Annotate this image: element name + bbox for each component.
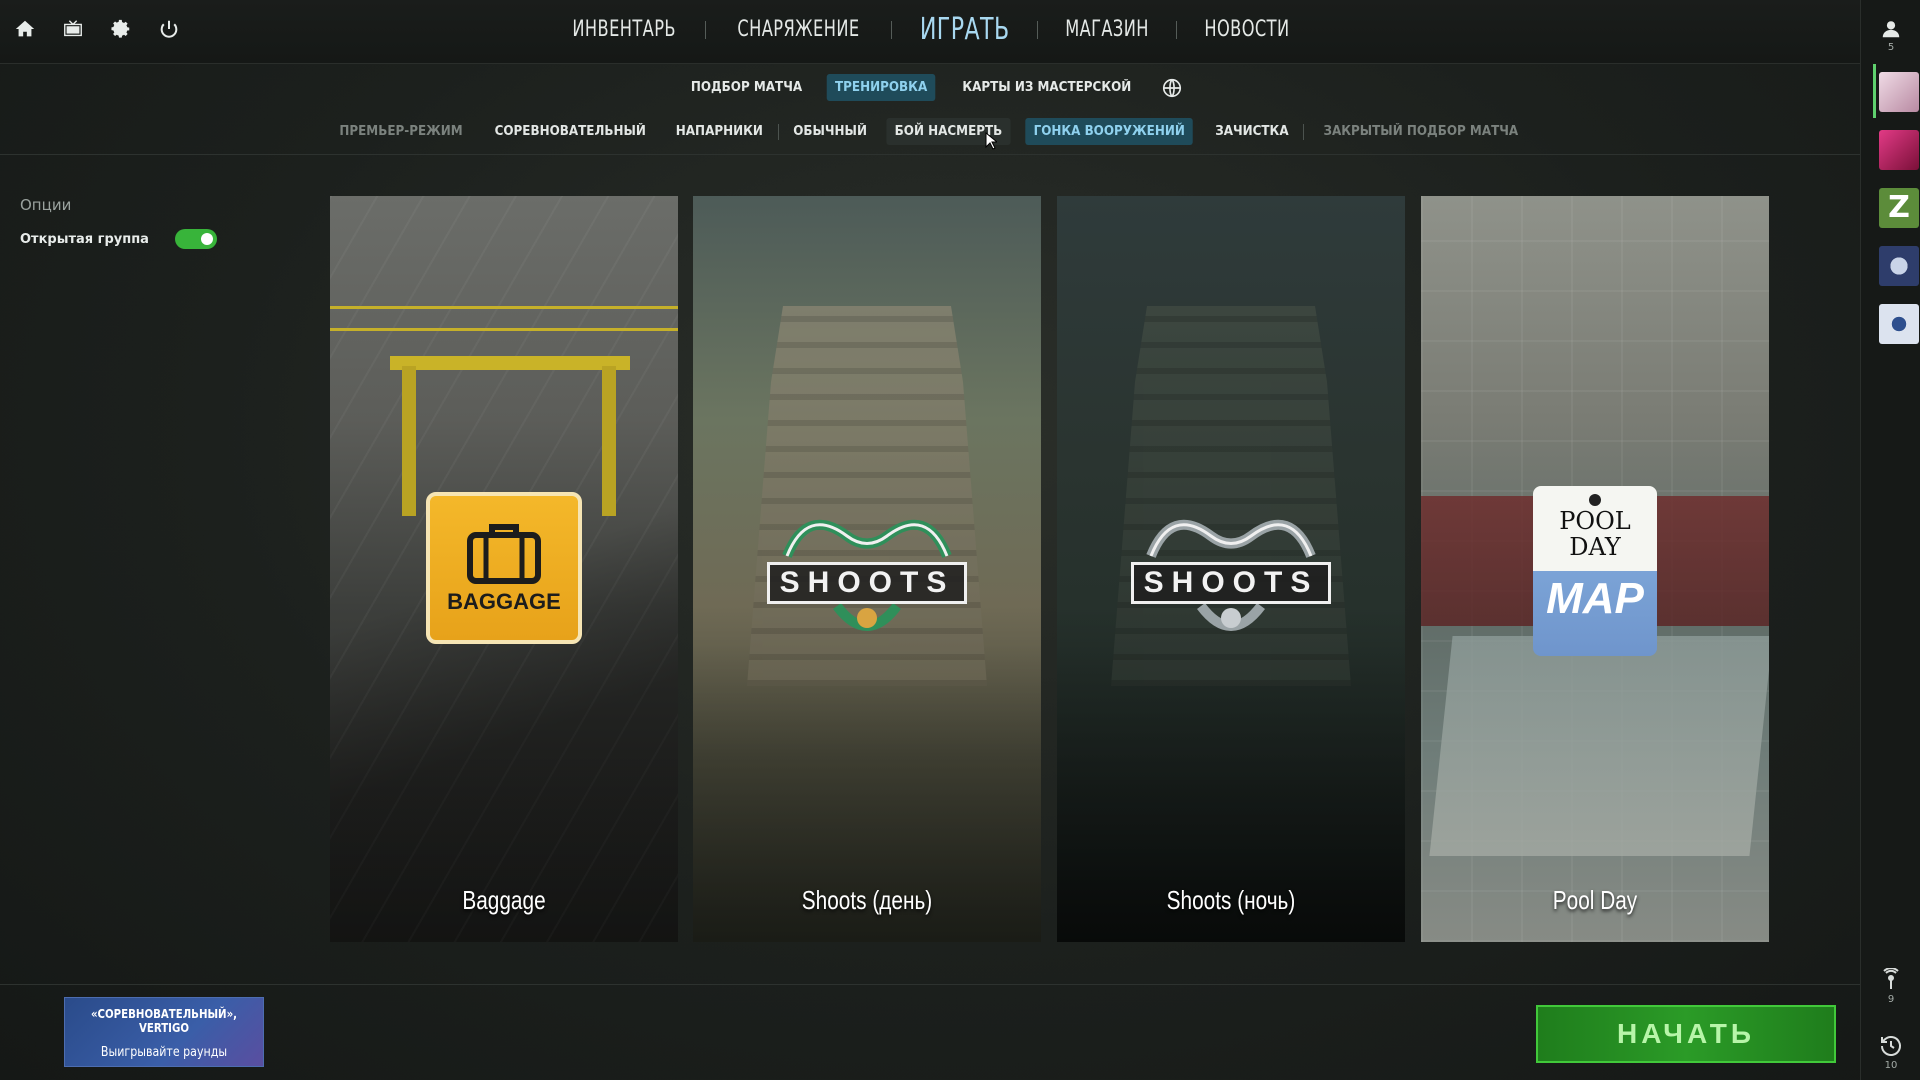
start-button[interactable]: НАЧАТЬ <box>1536 1005 1836 1063</box>
railing <box>330 306 678 309</box>
nav-news[interactable]: НОВОСТИ <box>1190 17 1305 42</box>
mission-description: Выигрывайте раунды <box>100 1045 228 1060</box>
friend-avatar[interactable]: Z <box>1879 188 1919 228</box>
pool-water <box>1429 636 1769 856</box>
open-party-option: Открытая группа <box>20 228 220 250</box>
mission-title: «СОРЕВНОВАТЕЛЬНЫЙ», VERTIGO <box>90 1007 238 1035</box>
friends-list-button[interactable]: 5 <box>1861 18 1920 53</box>
tag-hole <box>1589 494 1601 506</box>
history-button[interactable]: 10 <box>1861 1034 1920 1071</box>
nav-divider <box>890 20 892 39</box>
nav-divider <box>1037 20 1039 39</box>
nav-play[interactable]: ИГРАТЬ <box>905 12 1024 47</box>
main-nav: ИНВЕНТАРЬ СНАРЯЖЕНИЕ ИГРАТЬ МАГАЗИН НОВО… <box>0 12 1860 47</box>
person-icon <box>1882 21 1900 38</box>
top-bar: ИНВЕНТАРЬ СНАРЯЖЕНИЕ ИГРАТЬ МАГАЗИН НОВО… <box>0 0 1860 64</box>
mode-divider <box>778 123 780 140</box>
mode-casual[interactable]: ОБЫЧНЫЙ <box>785 118 875 145</box>
mode-divider <box>1302 123 1304 140</box>
baggage-badge-text: BAGGAGE <box>447 589 561 614</box>
signal-button[interactable]: 9 <box>1861 967 1920 1005</box>
pool-day-map-icon: POOL DAY MAP <box>1533 486 1657 656</box>
shoots-map-icon: SHOOTS <box>1131 496 1331 646</box>
community-map-badge-text: MAP <box>1546 574 1644 623</box>
shoots-badge-text: SHOOTS <box>767 562 967 604</box>
nav-divider <box>1176 20 1178 39</box>
friend-avatar[interactable] <box>1879 304 1919 344</box>
friend-avatar[interactable] <box>1873 64 1919 118</box>
mouse-cursor-icon <box>985 132 997 150</box>
yellow-frame <box>402 366 416 516</box>
nav-loadout[interactable]: СНАРЯЖЕНИЕ <box>723 17 875 42</box>
history-icon <box>1881 1036 1901 1056</box>
signal-count: 9 <box>1887 994 1895 1005</box>
tab-matchmaking[interactable]: ПОДБОР МАТЧА <box>682 74 810 101</box>
friends-sidebar: 5 Z 9 10 <box>1860 0 1920 1080</box>
header-divider <box>0 154 1860 155</box>
map-name: Baggage <box>462 885 546 915</box>
yellow-frame <box>390 356 630 370</box>
shoots-map-icon: SHOOTS <box>767 496 967 646</box>
options-title: Опции <box>20 196 72 214</box>
mode-wingman[interactable]: НАПАРНИКИ <box>668 118 772 145</box>
mode-competitive[interactable]: СОРЕВНОВАТЕЛЬНЫЙ <box>486 118 654 145</box>
game-mode-nav: ПРЕМЬЕР-РЕЖИМ СОРЕВНОВАТЕЛЬНЫЙ НАПАРНИКИ… <box>0 118 1860 145</box>
friend-avatar[interactable] <box>1879 130 1919 170</box>
mode-premier[interactable]: ПРЕМЬЕР-РЕЖИМ <box>331 118 471 145</box>
play-subnav: ПОДБОР МАТЧА ТРЕНИРОВКА КАРТЫ ИЗ МАСТЕРС… <box>0 74 1860 101</box>
history-count: 10 <box>1884 1060 1898 1071</box>
friends-count: 5 <box>1887 42 1895 53</box>
mode-private-matchmaking[interactable]: ЗАКРЫТЫЙ ПОДБОР МАТЧА <box>1315 118 1526 145</box>
nav-inventory[interactable]: ИНВЕНТАРЬ <box>557 17 690 42</box>
nav-divider <box>704 20 706 39</box>
baggage-map-icon: BAGGAGE <box>426 492 582 644</box>
tab-workshop-maps[interactable]: КАРТЫ ИЗ МАСТЕРСКОЙ <box>954 74 1140 101</box>
friend-avatar[interactable] <box>1879 246 1919 286</box>
mission-card[interactable]: «СОРЕВНОВАТЕЛЬНЫЙ», VERTIGO Выигрывайте … <box>64 997 264 1067</box>
map-name: Shoots (день) <box>801 885 933 915</box>
yellow-frame <box>602 366 616 516</box>
shoots-badge-text: SHOOTS <box>1131 562 1331 604</box>
suitcase-icon <box>467 524 541 584</box>
broadcast-icon <box>1883 967 1899 989</box>
map-card-pool-day[interactable]: POOL DAY MAP Pool Day <box>1421 196 1769 942</box>
globe-icon[interactable] <box>1161 77 1183 99</box>
railing <box>330 328 678 331</box>
map-card-shoots-night[interactable]: SHOOTS Shoots (ночь) <box>1057 196 1405 942</box>
map-card-baggage[interactable]: BAGGAGE Baggage <box>330 196 678 942</box>
mode-arms-race[interactable]: ГОНКА ВООРУЖЕНИЙ <box>1025 118 1194 145</box>
tab-practice[interactable]: ТРЕНИРОВКА <box>826 74 936 101</box>
map-name: Shoots (ночь) <box>1166 885 1296 915</box>
map-name: Pool Day <box>1552 885 1638 915</box>
nav-store[interactable]: МАГАЗИН <box>1051 17 1164 42</box>
footer-divider <box>0 984 1860 985</box>
map-card-shoots-day[interactable]: SHOOTS Shoots (день) <box>693 196 1041 942</box>
open-party-toggle[interactable] <box>175 229 217 249</box>
open-party-label: Открытая группа <box>20 231 149 247</box>
pool-day-badge-text: POOL DAY <box>1559 507 1631 561</box>
mode-retakes[interactable]: ЗАЧИСТКА <box>1207 118 1297 145</box>
